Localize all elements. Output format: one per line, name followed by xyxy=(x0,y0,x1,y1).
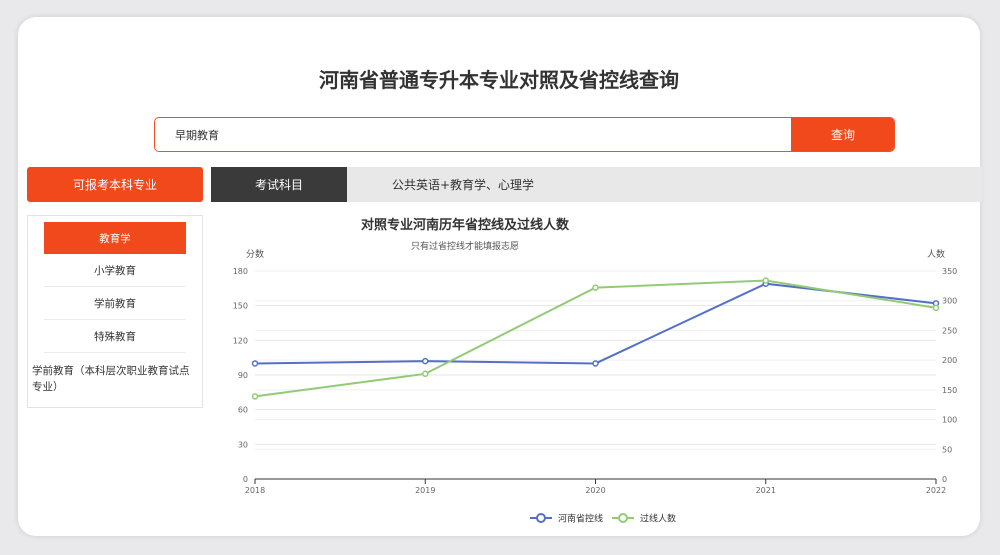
y-left-tick-label: 120 xyxy=(233,336,248,345)
y-right-tick-label: 200 xyxy=(942,356,957,365)
chart-title: 对照专业河南历年省控线及过线人数 xyxy=(361,217,570,233)
score-line-chart: 对照专业河南历年省控线及过线人数 只有过省控线才能填报志愿 分数 人数 0 30 6… xyxy=(233,217,958,525)
data-point xyxy=(592,360,599,367)
data-point xyxy=(251,360,259,367)
x-tick-label: 2022 xyxy=(926,486,946,495)
y-left-tick-label: 180 xyxy=(233,267,248,276)
x-tick-label: 2019 xyxy=(415,486,435,495)
page-title: 河南省普通专升本专业对照及省控线查询 xyxy=(319,68,679,92)
legend-label: 河南省控线 xyxy=(558,513,603,525)
data-point xyxy=(422,357,429,365)
chart-subtitle: 只有过省控线才能填报志愿 xyxy=(411,240,519,252)
sidebar-item-primary-education[interactable]: 小学教育 xyxy=(44,255,186,287)
y-left-tick-label: 0 xyxy=(243,475,248,484)
major-search-input[interactable] xyxy=(155,118,791,151)
y-right-tick-label: 50 xyxy=(942,445,952,454)
x-tick-label: 2021 xyxy=(756,486,776,495)
sidebar-item-special-education[interactable]: 特殊教育 xyxy=(44,321,186,353)
data-point xyxy=(251,393,259,400)
data-point xyxy=(762,277,769,284)
y-left-tick-label: 90 xyxy=(238,371,248,380)
right-axis-label: 人数 xyxy=(927,248,945,260)
sidebar-item-preschool-vocational[interactable]: 学前教育（本科层次职业教育试点专业） xyxy=(32,354,192,402)
y-right-tick-label: 350 xyxy=(942,267,957,276)
x-tick-label: 2018 xyxy=(245,486,265,495)
data-point xyxy=(932,304,940,312)
series-line-1 xyxy=(254,282,937,365)
search-bar: 查询 xyxy=(154,117,895,152)
subject-tabs: 考试科目 公共英语+教育学、心理学 xyxy=(211,167,982,202)
y-right-tick-label: 150 xyxy=(942,386,957,395)
series-line-2 xyxy=(254,279,937,398)
exam-subjects-text: 公共英语+教育学、心理学 xyxy=(392,178,535,192)
data-point xyxy=(422,370,429,378)
left-axis-label: 分数 xyxy=(246,248,264,260)
major-list: 教育学 小学教育 学前教育 特殊教育 学前教育（本科层次职业教育试点专业） xyxy=(27,215,203,408)
y-left-tick-label: 150 xyxy=(233,302,248,311)
y-right-tick-label: 300 xyxy=(942,297,957,306)
sidebar-item-education[interactable]: 教育学 xyxy=(44,222,186,254)
y-right-tick-label: 100 xyxy=(942,416,957,425)
sidebar-item-preschool-education[interactable]: 学前教育 xyxy=(44,288,186,320)
tab-exam-subjects[interactable]: 考试科目 xyxy=(211,167,347,202)
legend-marker xyxy=(536,513,546,523)
y-right-tick-label: 250 xyxy=(942,326,957,335)
legend-marker xyxy=(618,513,628,523)
sidebar-header: 可报考本科专业 xyxy=(27,167,203,202)
y-left-tick-label: 60 xyxy=(238,406,248,415)
legend-label: 过线人数 xyxy=(640,513,676,525)
data-point xyxy=(592,284,599,291)
x-tick-label: 2020 xyxy=(585,486,605,495)
y-left-tick-label: 30 xyxy=(238,440,248,449)
y-right-tick-label: 0 xyxy=(942,475,947,484)
search-button[interactable]: 查询 xyxy=(791,118,894,151)
